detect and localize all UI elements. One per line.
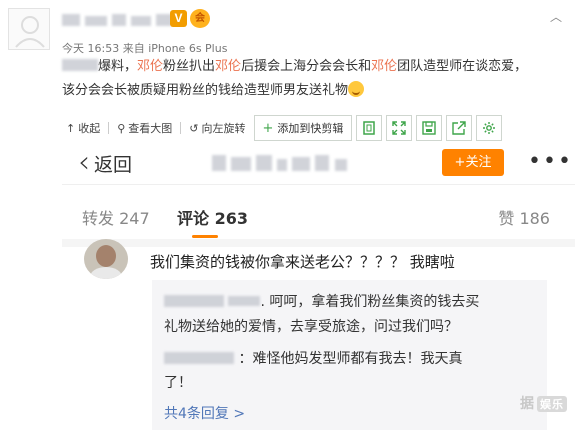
highlighted-name-link[interactable]: 邓伦 xyxy=(215,59,241,74)
active-tab-indicator xyxy=(192,235,218,238)
post-text-segment: 后援会上海分会会长和 xyxy=(241,59,372,74)
post-text-line-2-text: 该分会会长被质疑用粉丝的钱给造型师男友送礼物 xyxy=(62,83,349,98)
post-text-line-2: 该分会会长被质疑用粉丝的钱给造型师男友送礼物 xyxy=(62,80,567,102)
highlighted-name-link[interactable]: 邓伦 xyxy=(137,59,163,74)
reply-line-3: ：难怪他妈发型师都有我去！我天真 xyxy=(164,348,462,370)
embedded-screenshot[interactable]: ‹ 返回 +关注 ••• 转发 247 评论 263 赞 186 我们集资的钱被你… xyxy=(62,143,575,430)
reply-line-1: . 呵呵，拿着我们粉丝集资的钱去买 xyxy=(164,291,479,313)
tab-like: 赞 186 xyxy=(498,209,550,228)
section-divider xyxy=(62,239,575,247)
post-meta: 今天 16:53 来自 iPhone 6s Plus xyxy=(62,42,228,55)
watermark: 据娱乐 xyxy=(518,393,567,413)
post-text-segment: 粉丝扒出 xyxy=(163,59,216,74)
post-text-segment: 团队造型师在谈恋爱， xyxy=(397,59,528,74)
reply-box: . 呵呵，拿着我们粉丝集资的钱去买 礼物送给她的爱情，去享受旅途，问过我们吗？ … xyxy=(152,280,547,430)
smiley-emoji-icon xyxy=(348,81,365,97)
screenshot-nav-bar: ‹ 返回 +关注 ••• xyxy=(62,143,575,185)
commenter-avatar xyxy=(84,239,128,279)
rotate-left-icon: ↺ xyxy=(189,121,199,135)
reply-username-redacted xyxy=(164,352,234,364)
avatar-placeholder-icon xyxy=(15,16,45,48)
tab-comment: 评论 263 xyxy=(177,209,248,228)
username-redacted[interactable] xyxy=(62,11,173,27)
tab-repost: 转发 247 xyxy=(82,209,150,228)
magnifier-icon: ⚲ xyxy=(117,121,126,135)
collapse-button[interactable]: ↑ 收起 xyxy=(62,117,104,139)
plus-icon: + xyxy=(262,120,274,136)
expand-icon[interactable] xyxy=(386,115,413,141)
image-toolbar: ↑ 收起 ⚲ 查看大图 ↺ 向左旋转 + 添加到快剪辑 xyxy=(62,113,572,143)
copy-icon[interactable] xyxy=(356,115,383,141)
toolbar-divider xyxy=(108,122,110,134)
save-icon[interactable] xyxy=(416,115,443,141)
collapse-caret-icon[interactable]: ︿ xyxy=(550,8,562,25)
toolbar-divider xyxy=(180,122,182,134)
post-text-segment: 爆料， xyxy=(98,59,138,74)
gear-icon[interactable] xyxy=(476,115,503,141)
collapse-arrow-icon: ↑ xyxy=(66,121,76,135)
reply-line-2: 礼物送给她的爱情，去享受旅途，问过我们吗？ xyxy=(164,319,458,335)
post-header: V 会 ︿ 今天 16:53 来自 iPhone 6s Plus xyxy=(0,0,575,60)
add-to-clip-button[interactable]: + 添加到快剪辑 xyxy=(253,115,353,141)
post-text-line-1: 爆料，邓伦粉丝扒出邓伦后援会上海分会会长和邓伦团队造型师在谈恋爱， xyxy=(62,56,567,78)
comment-text: 我们集资的钱被你拿来送老公？？？？ 我瞎啦 xyxy=(150,253,455,271)
verified-badge-icon: V xyxy=(170,10,187,27)
view-large-button[interactable]: ⚲ 查看大图 xyxy=(113,117,176,139)
avatar[interactable] xyxy=(8,8,50,50)
reply-line-4: 了！ xyxy=(164,375,192,391)
member-badge-icon: 会 xyxy=(190,9,210,28)
comment-tabs: 转发 247 评论 263 赞 186 xyxy=(62,199,575,239)
more-options-icon: ••• xyxy=(528,149,573,174)
follow-button: +关注 xyxy=(442,149,504,176)
redacted-source xyxy=(62,59,98,71)
highlighted-name-link[interactable]: 邓伦 xyxy=(371,59,397,74)
rotate-left-button[interactable]: ↺ 向左旋转 xyxy=(185,117,249,139)
share-icon[interactable] xyxy=(446,115,473,141)
more-replies-link: 共4条回复 > xyxy=(164,406,246,422)
back-button: ‹ 返回 xyxy=(78,145,133,180)
nav-username-redacted xyxy=(212,155,347,171)
chevron-left-icon: ‹ xyxy=(78,145,90,180)
reply-username-redacted xyxy=(164,295,224,307)
